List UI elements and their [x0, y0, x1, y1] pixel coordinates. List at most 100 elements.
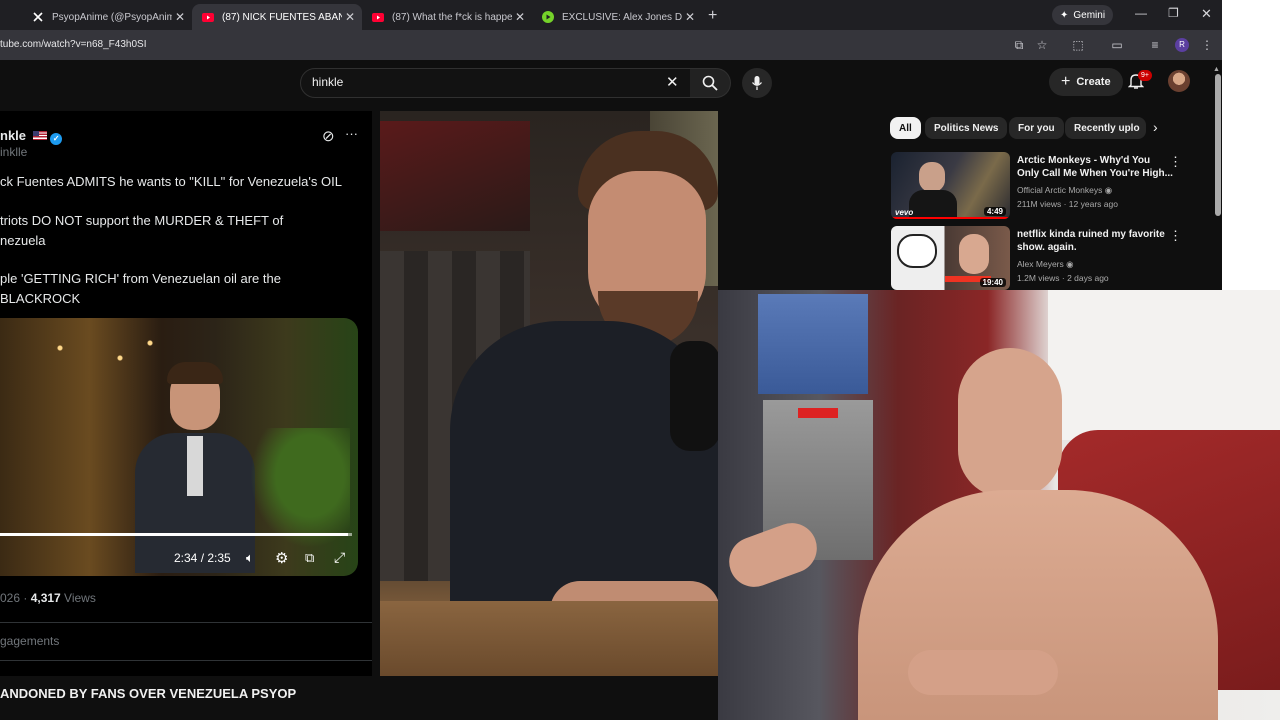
tweet-text-line: ple 'GETTING RICH' from Venezuelan oil a… [0, 271, 281, 286]
chip-recently-uploaded[interactable]: Recently uplo [1065, 117, 1146, 139]
chip-for-you[interactable]: For you [1009, 117, 1064, 139]
new-tab-button[interactable]: + [708, 7, 717, 25]
create-button[interactable]: + Create [1049, 68, 1123, 96]
close-tab-icon[interactable]: ✕ [342, 10, 358, 24]
chip-politics-news[interactable]: Politics News [925, 117, 1008, 139]
page-scrollbar-thumb[interactable] [1215, 74, 1221, 216]
notification-badge: 9+ [1138, 70, 1152, 81]
person-head [958, 348, 1062, 498]
fullscreen-icon[interactable]: ⤢ [334, 549, 345, 566]
tweet-text-line: BLACKROCK [0, 291, 81, 306]
tweet-text-line: nezuela [0, 233, 46, 248]
tab-title: (87) What the f*ck is happening [392, 11, 512, 23]
tweet-handle: inklle [0, 145, 28, 159]
plus-icon: + [1061, 73, 1071, 90]
divider [0, 622, 372, 623]
pip-icon[interactable]: ⧉ [305, 550, 314, 566]
tab-title: EXCLUSIVE: Alex Jones Debates [562, 11, 682, 23]
plant [250, 428, 350, 548]
person-hand [908, 650, 1058, 695]
volume-icon[interactable]: 🔈︎ [246, 550, 254, 566]
rec-title[interactable]: netflix kinda ruined my favorite show. a… [1017, 228, 1165, 254]
chevron-right-icon[interactable]: › [1153, 119, 1158, 135]
tweet-video-player[interactable] [0, 318, 358, 576]
tweet-stats: 026 · 4,317 Views [0, 591, 96, 605]
close-tab-icon[interactable]: ✕ [682, 10, 698, 24]
profile-avatar[interactable]: R [1175, 38, 1189, 52]
gemini-button[interactable]: ✦ Gemini [1052, 5, 1114, 25]
browser-tab[interactable]: EXCLUSIVE: Alex Jones Debates ✕ [532, 4, 702, 30]
window-close-icon[interactable]: ✕ [1201, 6, 1212, 22]
rec-meta: 1.2M views · 2 days ago [1017, 273, 1109, 283]
clear-search-icon[interactable]: ✕ [666, 73, 679, 91]
stacked-boxes [758, 294, 868, 394]
chrome-menu-icon[interactable]: ⋮ [1200, 38, 1214, 52]
rec-thumbnail[interactable]: 19:40 [891, 226, 1010, 290]
account-avatar[interactable] [1168, 70, 1190, 92]
install-app-icon[interactable]: ⧉ [1012, 38, 1026, 52]
tweet-text-line: triots DO NOT support the MURDER & THEFT… [0, 213, 284, 228]
browser-tab[interactable]: (87) What the f*ck is happening ✕ [362, 4, 532, 30]
voice-search-button[interactable] [742, 68, 772, 98]
watched-progress [891, 217, 1010, 219]
view-count: 4,317 [30, 591, 61, 605]
search-icon [702, 75, 718, 91]
extensions-icon[interactable]: ⬚ [1071, 38, 1085, 52]
us-flag-icon [32, 131, 47, 140]
wall [1048, 290, 1280, 440]
tweet-author: nkle ✓ [0, 128, 63, 145]
search-input[interactable] [300, 68, 692, 98]
restore-icon[interactable]: ❐ [1168, 6, 1179, 20]
video-time: 2:34 / 2:35 [174, 551, 231, 565]
rec-thumbnail[interactable]: vevo 4:49 [891, 152, 1010, 219]
bookmark-star-icon[interactable]: ☆ [1035, 38, 1049, 52]
speaker-figure [135, 348, 255, 576]
url-field[interactable]: tube.com/watch?v=n68_F43h0SI [0, 39, 146, 50]
youtube-icon [372, 11, 384, 23]
rec-title[interactable]: Arctic Monkeys - Why'd You Only Call Me … [1017, 154, 1173, 180]
desktop-background [1222, 0, 1280, 290]
youtube-icon [202, 11, 214, 23]
gemini-label: Gemini [1073, 9, 1106, 21]
browser-tab-active[interactable]: (87) NICK FUENTES ABANDONE ✕ [192, 4, 362, 30]
desk [380, 601, 718, 676]
grok-icon[interactable]: ⊘ [322, 127, 335, 145]
tab-title: PsyopAnime (@PsyopAnime) / [52, 11, 172, 23]
tab-title: (87) NICK FUENTES ABANDONE [222, 11, 342, 23]
rumble-icon [542, 11, 554, 23]
microphone [670, 341, 718, 451]
duration-badge: 19:40 [979, 278, 1006, 287]
close-tab-icon[interactable]: ✕ [172, 10, 188, 24]
more-actions-icon[interactable]: ⋮ [1169, 154, 1182, 170]
view-engagements-link[interactable]: gagements [0, 634, 59, 648]
more-options-icon[interactable]: ··· [345, 126, 358, 141]
browser-tab[interactable]: PsyopAnime (@PsyopAnime) / ✕ [22, 4, 192, 30]
sticker [798, 408, 838, 418]
verified-check-icon: ◉ [1104, 185, 1113, 195]
divider [0, 660, 372, 661]
duration-badge: 4:49 [983, 207, 1006, 216]
host-video [380, 111, 718, 676]
close-tab-icon[interactable]: ✕ [512, 10, 528, 24]
minimize-icon[interactable]: — [1135, 6, 1147, 20]
search-button[interactable] [690, 68, 731, 98]
create-label: Create [1076, 76, 1111, 88]
scroll-up-arrow-icon[interactable]: ▲ [1213, 66, 1220, 73]
rec-meta: 211M views · 12 years ago [1017, 199, 1118, 209]
more-actions-icon[interactable]: ⋮ [1169, 228, 1182, 244]
x-logo-icon [32, 11, 44, 23]
rec-channel[interactable]: Official Arctic Monkeys ◉ [1017, 185, 1112, 196]
verified-check-icon: ◉ [1066, 259, 1074, 269]
reading-list-icon[interactable]: ≡ [1148, 38, 1162, 52]
gemini-sparkle-icon: ✦ [1060, 9, 1069, 21]
settings-gear-icon[interactable]: ⚙ [275, 549, 288, 567]
vevo-logo: vevo [895, 208, 914, 217]
microphone-icon [751, 76, 763, 90]
video-progress-fill [0, 533, 349, 536]
webcam-overlay [718, 290, 1280, 720]
search-query: hinkle [312, 75, 344, 89]
rec-channel[interactable]: Alex Meyers ◉ [1017, 259, 1074, 270]
cast-icon[interactable]: ▭ [1110, 38, 1124, 52]
video-title: ANDONED BY FANS OVER VENEZUELA PSYOP [0, 686, 297, 701]
chip-all[interactable]: All [890, 117, 921, 139]
